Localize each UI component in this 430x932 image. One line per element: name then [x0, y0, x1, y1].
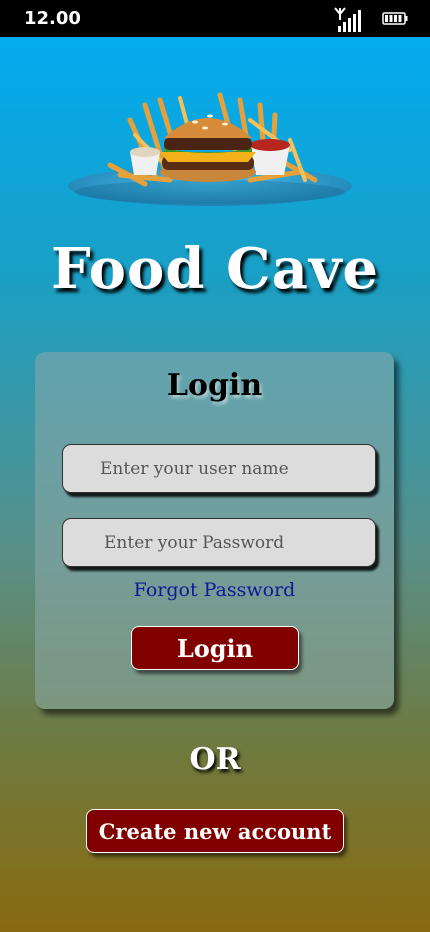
signal-icon: [334, 7, 361, 32]
create-account-button[interactable]: Create new account: [86, 809, 344, 853]
forgot-password-link[interactable]: Forgot Password: [35, 579, 394, 601]
login-heading: Login: [166, 368, 263, 403]
login-button[interactable]: Login: [131, 626, 299, 670]
status-time: 12.00: [24, 8, 81, 29]
battery-icon: [382, 12, 408, 25]
app-title: Food Cave: [50, 236, 380, 302]
status-bar: 12.00: [0, 0, 430, 37]
burger-fries-plate-illustration: [68, 92, 352, 206]
login-card: Login Forgot Password Login: [35, 352, 394, 709]
or-divider: OR: [189, 742, 241, 777]
password-field[interactable]: [62, 518, 376, 567]
username-field[interactable]: [62, 444, 376, 493]
